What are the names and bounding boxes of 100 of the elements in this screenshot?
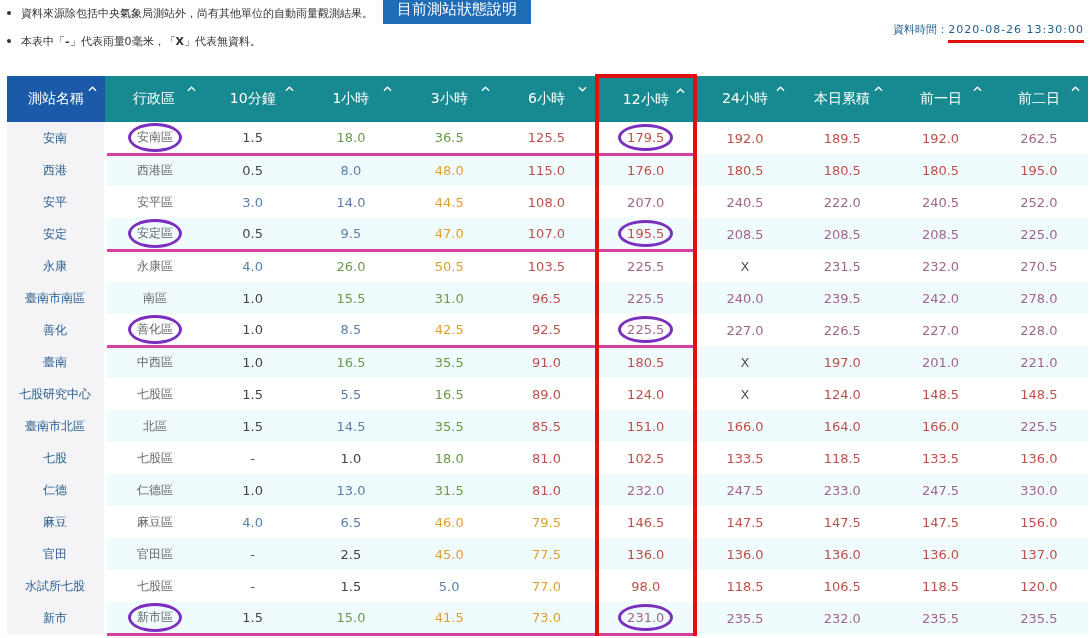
rainfall-cell-text: 225.0: [1019, 225, 1059, 244]
rainfall-cell-text: 226.5: [822, 321, 862, 340]
station-status-button[interactable]: 目前測站狀態說明: [383, 0, 531, 24]
rainfall-cell-text: 189.5: [822, 129, 862, 148]
rainfall-cell-text: 278.0: [1019, 289, 1059, 308]
rainfall-cell-text: 108.0: [526, 193, 567, 212]
rainfall-cell-text: 136.0: [626, 545, 666, 564]
rainfall-cell-text: 81.0: [531, 481, 562, 500]
station-cell: 仁德: [7, 474, 106, 506]
rainfall-cell-text: 26.0: [335, 258, 367, 277]
rainfall-cell-text: 41.5: [433, 608, 465, 627]
note-text: 本表中「-」代表雨量0毫米，「X」代表無資料。: [21, 33, 262, 49]
rainfall-cell: 195.5: [618, 219, 674, 247]
sort-icon: [383, 86, 393, 92]
district-cell-text: 南區: [142, 289, 169, 307]
column-header[interactable]: 測站名稱: [7, 76, 106, 122]
rainfall-cell-text: 77.5: [531, 545, 562, 564]
column-header[interactable]: 行政區: [105, 76, 204, 122]
district-cell: 善化區: [128, 314, 183, 344]
rainfall-cell-text: 3.0: [241, 193, 264, 212]
rainfall-cell-text: 118.5: [822, 449, 862, 468]
rainfall-cell-text: 36.5: [433, 128, 465, 147]
rainfall-cell-text: 166.0: [920, 417, 961, 436]
rainfall-cell-text: 240.5: [725, 193, 765, 212]
rainfall-cell-text: 91.0: [531, 354, 562, 373]
rainfall-cell-text: 48.0: [433, 162, 465, 181]
rainfall-cell-text: 233.0: [822, 481, 862, 500]
rainfall-cell-text: 1.5: [241, 417, 264, 436]
rainfall-cell-text: 176.0: [626, 162, 666, 181]
sort-icon: [88, 86, 98, 92]
district-cell-text: 七股區: [136, 385, 175, 403]
rainfall-cell-text: 9.5: [339, 224, 363, 243]
column-header[interactable]: 前一日: [891, 76, 990, 122]
station-cell: 臺南: [7, 346, 106, 378]
sort-icon: [776, 86, 786, 92]
rainfall-cell-text: -: [249, 577, 256, 596]
column-header[interactable]: 本日累積: [793, 76, 892, 122]
rainfall-cell-text: 192.0: [725, 129, 765, 148]
rainfall-cell-text: 98.0: [630, 577, 662, 596]
district-cell-text: 七股區: [136, 577, 175, 595]
column-header[interactable]: 12小時: [596, 76, 695, 122]
rainfall-cell-text: 240.5: [920, 193, 961, 212]
rainfall-cell-text: 1.5: [339, 577, 363, 596]
rainfall-cell-text: 156.0: [1019, 513, 1059, 532]
station-cell: 安平: [7, 186, 106, 218]
rainfall-cell-text: 6.5: [339, 513, 363, 532]
column-header[interactable]: 1小時: [301, 76, 401, 122]
rainfall-cell-text: 221.0: [1019, 353, 1059, 372]
rainfall-cell-text: 232.0: [822, 609, 862, 628]
rainfall-cell-text: 92.5: [531, 320, 562, 339]
rainfall-cell-text: 242.0: [920, 289, 961, 308]
station-cell: 臺南市北區: [7, 410, 106, 442]
rainfall-cell-text: 228.0: [1019, 321, 1059, 340]
rainfall-cell-text: 147.5: [725, 513, 765, 532]
district-cell-text: 北區: [142, 417, 169, 435]
rainfall-cell-text: 147.5: [822, 513, 862, 532]
station-cell: 善化: [7, 314, 106, 346]
rainfall-cell-text: 81.0: [531, 449, 562, 468]
station-cell: 七股研究中心: [7, 378, 106, 410]
sort-icon: [481, 86, 491, 92]
sort-icon: [284, 86, 294, 92]
rainfall-cell-text: 18.0: [335, 128, 367, 147]
rainfall-cell-text: 235.5: [725, 609, 765, 628]
rainfall-cell-text: 50.5: [433, 258, 465, 277]
rainfall-cell-text: 35.5: [433, 417, 465, 436]
rainfall-cell-text: 227.0: [920, 321, 961, 340]
rainfall-cell-text: 148.5: [1019, 385, 1059, 404]
rainfall-cell-text: 235.5: [1019, 609, 1059, 628]
rainfall-cell-text: 102.5: [626, 449, 666, 468]
rainfall-cell-text: 79.5: [531, 513, 562, 532]
rainfall-cell-text: 225.5: [1019, 417, 1059, 436]
rainfall-cell-text: 96.5: [531, 289, 562, 308]
rainfall-cell-text: 8.5: [339, 320, 363, 339]
rainfall-cell-text: 137.0: [1019, 545, 1059, 564]
rainfall-cell-text: 85.5: [531, 417, 562, 436]
station-cell: 麻豆: [7, 506, 106, 538]
rainfall-cell-text: 147.5: [920, 513, 961, 532]
rainfall-cell-text: 1.0: [241, 320, 264, 339]
bullet-icon: [7, 39, 11, 43]
rainfall-cell-text: X: [739, 353, 751, 372]
column-header[interactable]: 6小時: [498, 76, 597, 122]
rainfall-cell-text: 240.0: [725, 289, 765, 308]
rainfall-cell-text: 252.0: [1019, 193, 1059, 212]
rainfall-cell-text: 180.5: [822, 161, 862, 180]
rainfall-cell-text: 2.5: [339, 545, 363, 564]
rainfall-cell-text: 8.0: [339, 162, 363, 181]
rainfall-cell-text: 45.0: [433, 545, 465, 564]
column-header[interactable]: 24小時: [694, 76, 794, 122]
rainfall-cell-text: 18.0: [433, 449, 465, 468]
rainfall-cell-text: 136.0: [725, 545, 765, 564]
rainfall-cell: 179.5: [618, 123, 674, 151]
rainfall-cell-text: X: [739, 385, 751, 404]
column-header[interactable]: 前二日: [989, 76, 1088, 122]
sort-icon: [675, 88, 685, 94]
column-header[interactable]: 3小時: [400, 76, 499, 122]
station-cell: 新市: [7, 602, 106, 634]
column-header[interactable]: 10分鐘: [203, 76, 302, 122]
rainfall-cell-text: 136.0: [1019, 449, 1059, 468]
district-cell: 安南區: [128, 122, 183, 152]
rainfall-cell-text: 201.0: [920, 353, 961, 372]
